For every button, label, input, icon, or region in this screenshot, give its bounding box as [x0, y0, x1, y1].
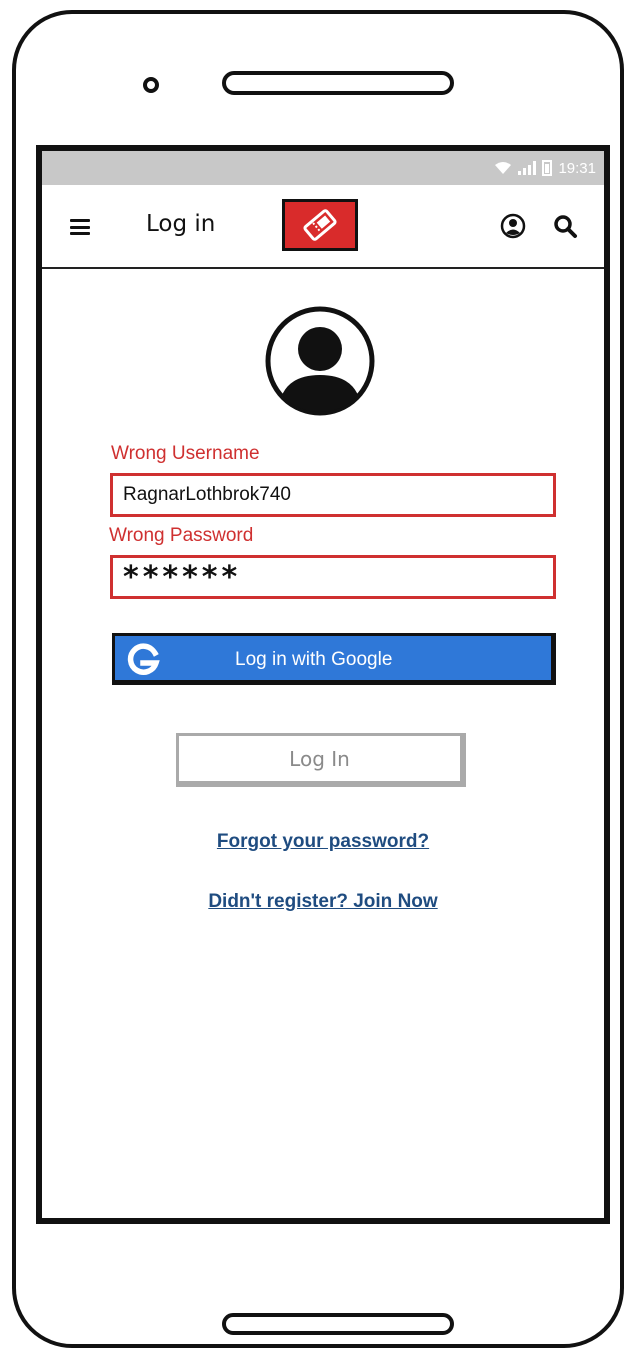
hamburger-menu-icon[interactable] [70, 219, 90, 235]
user-circle-icon[interactable] [500, 213, 526, 239]
wifi-icon [495, 162, 512, 174]
ticket-logo-icon[interactable] [282, 199, 358, 251]
phone-screen: 19:31 Log in Wrong Username RagnarLothbr… [36, 145, 610, 1224]
status-icons: 19:31 [494, 157, 596, 179]
google-g-icon [127, 643, 160, 675]
speaker-grille-top [222, 71, 454, 95]
home-button[interactable] [222, 1313, 454, 1335]
password-field[interactable]: ****** [110, 555, 556, 599]
username-error-label: Wrong Username [111, 443, 260, 464]
search-icon[interactable] [552, 213, 578, 239]
status-time: 19:31 [558, 159, 596, 177]
password-error-label: Wrong Password [109, 525, 254, 546]
status-bar: 19:31 [42, 151, 604, 185]
signal-icon [518, 161, 537, 175]
username-value: RagnarLothbrok740 [123, 484, 291, 505]
login-button[interactable]: Log In [176, 733, 466, 787]
battery-icon [542, 160, 553, 176]
page-title: Log in [146, 211, 216, 237]
camera-icon [143, 77, 159, 93]
forgot-password-link[interactable]: Forgot your password? [42, 831, 604, 853]
google-login-button[interactable]: Log in with Google [112, 633, 556, 685]
app-bar: Log in [42, 185, 604, 269]
username-field[interactable]: RagnarLothbrok740 [110, 473, 556, 517]
ticket-icon [303, 209, 337, 241]
avatar [265, 306, 375, 416]
google-login-label: Log in with Google [235, 649, 393, 670]
login-button-label: Log In [289, 746, 350, 771]
password-value: ****** [123, 559, 242, 595]
join-now-link[interactable]: Didn't register? Join Now [42, 891, 604, 913]
